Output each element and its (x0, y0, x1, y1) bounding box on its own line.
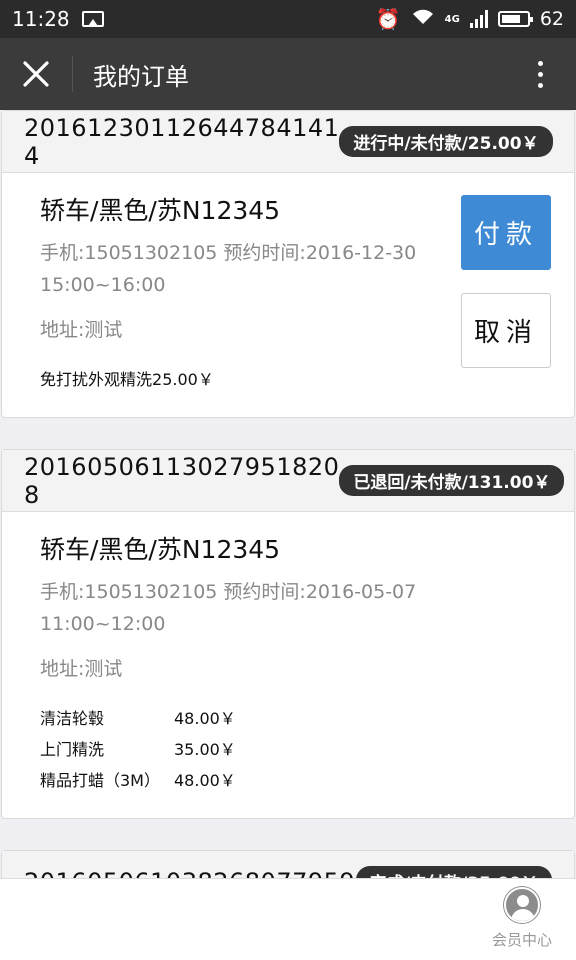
order-header: 20161230112644784141​4 进行中/未付款/25.00￥ (2, 111, 574, 173)
service-name: 上门精洗 (40, 739, 105, 759)
more-dot-icon (537, 60, 543, 66)
service-item: 清洁轮毂 48.00￥ (40, 701, 574, 732)
more-dot-icon (537, 71, 543, 77)
order-list[interactable]: 20161230112644784141​4 进行中/未付款/25.00￥ 轿车… (0, 110, 576, 878)
service-name: 免打扰外观精洗 (40, 369, 153, 389)
service-price: 25.00￥ (152, 369, 214, 389)
pay-button[interactable]: 付款 (461, 195, 551, 270)
service-list: 清洁轮毂 48.00￥ 上门精洗 35.00￥ 精品打蜡（3M） 48.00￥ (40, 701, 574, 794)
member-center-button[interactable]: 会员中心 (492, 887, 552, 950)
order-card: 20160506103826807795​9 完成/未付款/35.00￥ (1, 850, 575, 878)
close-icon (23, 61, 49, 87)
address: 地址:测试 (40, 658, 123, 680)
order-status-badge: 已退回/未付款/131.00￥ (339, 465, 565, 496)
phone-appointment: 手机:15051302105 预约时间:2016-05-07 11:00~12:… (40, 581, 417, 635)
service-price: 48.00￥ (174, 770, 236, 790)
phone-appointment: 手机:15051302105 预约时间:2016-12-30 15:00~16:… (40, 242, 417, 296)
status-bar: 11:28 ⏰ 4G 62 (0, 0, 576, 38)
nav-bar: 我的订单 (0, 38, 576, 110)
order-body: 轿车/黑色/苏N12345 手机:15051302105 预约时间:2016-0… (2, 512, 574, 794)
order-number: 20160506113027951820​8 (24, 452, 340, 509)
service-price: 35.00￥ (174, 739, 236, 759)
cancel-button[interactable]: 取消 (461, 293, 551, 368)
image-notification-icon (81, 11, 104, 27)
order-body: 轿车/黑色/苏N12345 手机:15051302105 预约时间:2016-1… (2, 173, 574, 393)
status-time: 11:28 (12, 7, 70, 31)
user-avatar-icon (503, 887, 540, 923)
service-price: 48.00￥ (174, 708, 236, 728)
order-card: 20161230112644784141​4 进行中/未付款/25.00￥ 轿车… (1, 110, 575, 418)
battery-icon (497, 11, 533, 27)
order-number: 20161230112644784141​4 (24, 113, 340, 170)
order-status-badge: 完成/未付款/35.00￥ (355, 866, 552, 878)
more-menu-button[interactable] (504, 38, 576, 110)
member-center-label: 会员中心 (491, 931, 552, 949)
service-item: 上门精洗 35.00￥ (40, 732, 574, 763)
order-card: 20160506113027951820​8 已退回/未付款/131.00￥ 轿… (1, 449, 575, 819)
page-title: 我的订单 (93, 62, 189, 91)
more-dot-icon (537, 82, 543, 88)
alarm-icon: ⏰ (375, 7, 401, 31)
order-header: 20160506113027951820​8 已退回/未付款/131.00￥ (2, 450, 574, 512)
signal-icon (469, 10, 488, 28)
service-item: 精品打蜡（3M） 48.00￥ (40, 763, 574, 794)
close-button[interactable] (0, 38, 72, 110)
order-number: 20160506103826807795​9 (24, 868, 355, 879)
order-header: 20160506103826807795​9 完成/未付款/35.00￥ (2, 851, 574, 878)
service-name: 精品打蜡（3M） (40, 770, 160, 790)
nav-divider (72, 56, 73, 92)
wifi-icon (411, 8, 435, 31)
car-info: 轿车/黑色/苏N12345 (40, 535, 281, 564)
bottom-bar: 会员中心 (0, 878, 576, 960)
battery-level: 62 (539, 8, 564, 30)
network-type: 4G (444, 13, 460, 25)
order-status-badge: 进行中/未付款/25.00￥ (339, 126, 553, 157)
service-name: 清洁轮毂 (40, 708, 105, 728)
